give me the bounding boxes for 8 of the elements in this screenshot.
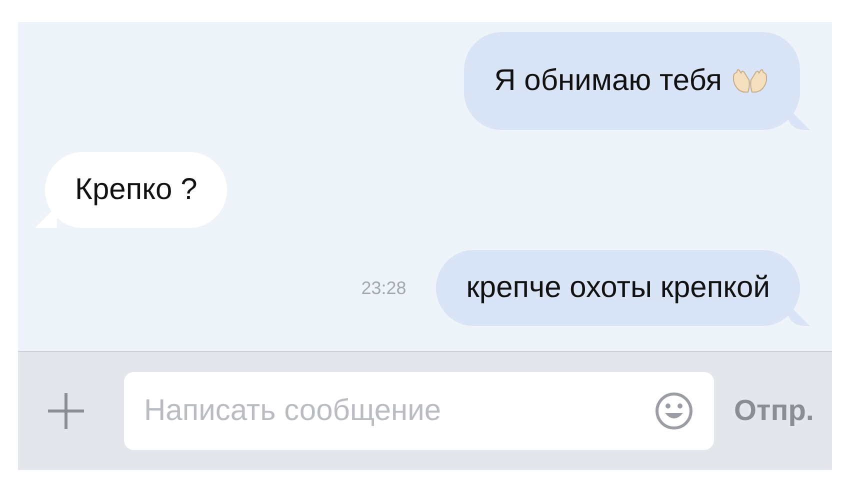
plus-icon[interactable]	[46, 391, 86, 431]
message-time: 23:28	[361, 278, 406, 298]
send-button[interactable]: Отпр.	[734, 394, 814, 428]
message-input-field[interactable]: Написать сообщение	[124, 372, 714, 450]
smiley-icon[interactable]	[654, 391, 694, 431]
message-text: Крепко ?	[75, 173, 198, 207]
message-text: Я обнимаю тебя	[494, 64, 722, 98]
message-text: крепче охоты крепкой	[466, 271, 770, 305]
